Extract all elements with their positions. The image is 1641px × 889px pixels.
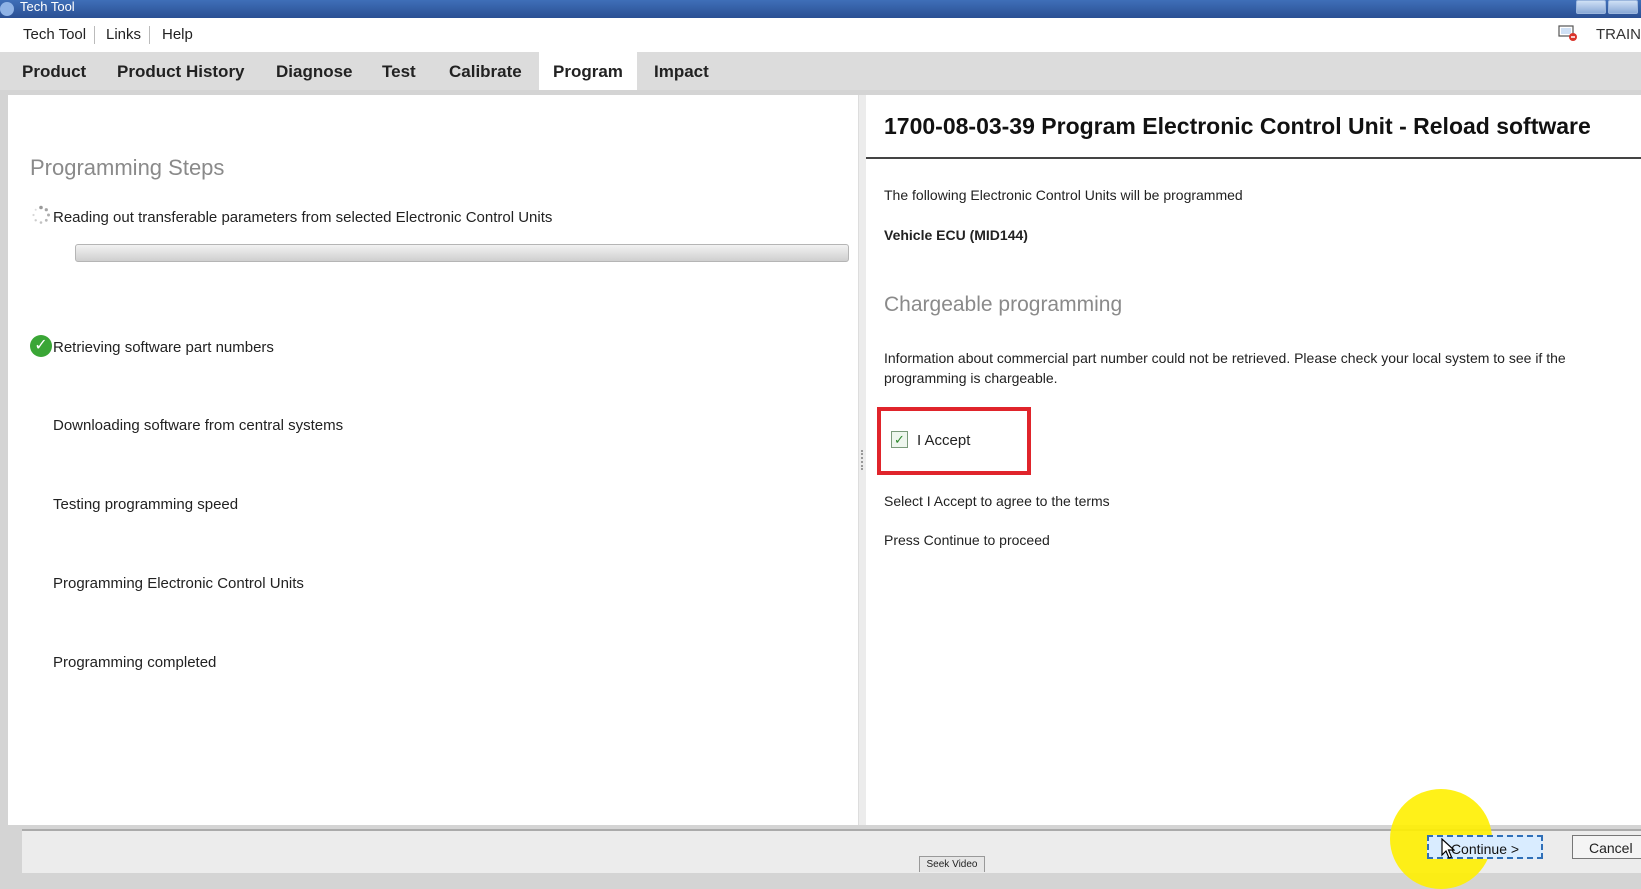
training-label: TRAIN [1596,26,1641,43]
tab-calibrate[interactable]: Calibrate [435,52,536,90]
accept-checkbox[interactable]: ✓ [891,431,908,448]
cancel-button[interactable]: Cancel [1572,835,1641,859]
chargeable-info-line-2: programming is chargeable. [884,370,1058,386]
chargeable-heading: Chargeable programming [884,293,1123,316]
programming-steps-panel: Programming Steps Reading out transferab… [8,95,858,825]
tab-product-history[interactable]: Product History [103,52,259,90]
programming-steps-heading: Programming Steps [30,155,225,180]
tab-impact[interactable]: Impact [640,52,723,90]
window-titlebar: Tech Tool [0,0,1641,18]
step-reading-parameters: Reading out transferable parameters from… [53,209,553,226]
menu-bar: Tech Tool Links Help TRAIN [0,18,1641,52]
main-nav: Product Product History Diagnose Test Ca… [0,52,1641,90]
tab-program[interactable]: Program [539,52,637,90]
ecu-intro-text: The following Electronic Control Units w… [884,187,1243,203]
tab-test[interactable]: Test [368,52,430,90]
seek-video-tooltip[interactable]: Seek Video [919,856,985,872]
maximize-button[interactable] [1608,0,1638,14]
step-retrieving-part-numbers: Retrieving software part numbers [53,339,274,356]
chargeable-info: Information about commercial part number… [884,348,1641,388]
step-programming-ecus: Programming Electronic Control Units [53,575,304,592]
training-mode-icon[interactable] [1558,25,1578,41]
step-downloading-software: Downloading software from central system… [53,417,344,434]
menu-tech-tool[interactable]: Tech Tool [15,26,96,44]
operation-title: 1700-08-03-39 Program Electronic Control… [884,113,1591,139]
splitter-grip-icon[interactable] [861,450,865,470]
ecu-name: Vehicle ECU (MID144) [884,227,1028,243]
step-testing-speed: Testing programming speed [53,496,239,513]
menu-help[interactable]: Help [154,26,201,44]
app-icon [0,2,14,16]
step-programming-completed: Programming completed [53,654,217,671]
accept-label[interactable]: I Accept [917,432,970,449]
window-title: Tech Tool [20,0,75,14]
menu-links[interactable]: Links [98,26,151,44]
loading-spinner-icon [32,205,50,224]
chargeable-info-line-1: Information about commercial part number… [884,350,1566,366]
minimize-button[interactable] [1576,0,1606,14]
tab-diagnose[interactable]: Diagnose [262,52,367,90]
continue-instruction: Press Continue to proceed [884,532,1050,548]
accept-instruction: Select I Accept to agree to the terms [884,493,1110,509]
mouse-pointer-icon [1441,838,1455,859]
tab-product[interactable]: Product [8,52,100,90]
program-details-panel: 1700-08-03-39 Program Electronic Control… [866,95,1641,825]
checkmark-icon: ✓ [30,335,52,357]
step-progress-bar [75,244,849,262]
title-divider [866,157,1641,159]
